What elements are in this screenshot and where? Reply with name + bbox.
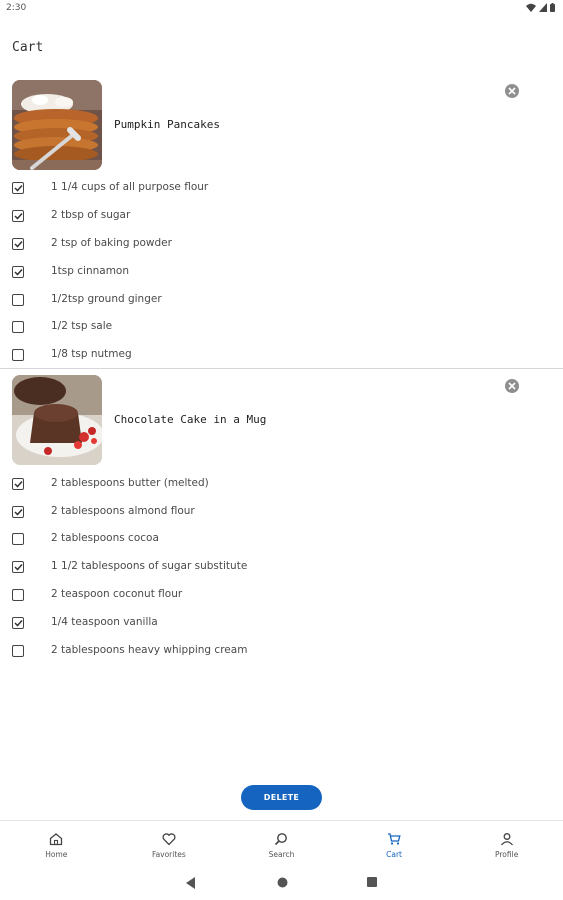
nav-label: Profile [495, 850, 519, 859]
ingredient-row[interactable]: 2 tablespoons butter (melted) [12, 474, 209, 494]
checkbox-unchecked[interactable] [12, 645, 24, 657]
recipe-title[interactable]: Pumpkin Pancakes [114, 118, 220, 131]
ingredient-text: 1 1/4 cups of all purpose flour [51, 181, 209, 193]
ingredient-text: 1/4 teaspoon vanilla [51, 616, 158, 628]
check-icon [13, 619, 23, 627]
ingredient-text: 2 tsp of baking powder [51, 237, 172, 249]
checkbox-checked[interactable] [12, 210, 24, 222]
nav-label: Favorites [151, 850, 186, 859]
delete-button[interactable]: DELETE [241, 785, 322, 810]
checkbox-unchecked[interactable] [12, 321, 24, 333]
ingredient-text: 2 tablespoons almond flour [51, 505, 195, 517]
status-icons [526, 3, 555, 12]
check-icon [13, 563, 23, 571]
checkbox-checked[interactable] [12, 506, 24, 518]
checkbox-checked[interactable] [12, 266, 24, 278]
check-icon [13, 212, 23, 220]
status-bar: 2:30 [0, 0, 563, 20]
ingredient-text: 2 tablespoons butter (melted) [51, 477, 209, 489]
check-icon [13, 240, 23, 248]
search-icon [273, 831, 289, 847]
recipe-title[interactable]: Chocolate Cake in a Mug [114, 413, 266, 426]
nav-item-favorites[interactable]: Favorites [113, 821, 226, 866]
ingredient-row[interactable]: 2 teaspoon coconut flour [12, 585, 182, 605]
check-icon [13, 184, 23, 192]
nav-label: Home [45, 850, 68, 859]
checkbox-unchecked[interactable] [12, 349, 24, 361]
ingredient-row[interactable]: 2 tablespoons almond flour [12, 502, 195, 522]
recipe-image[interactable] [12, 375, 102, 465]
check-icon [13, 268, 23, 276]
ingredient-row[interactable]: 2 tsp of baking powder [12, 234, 172, 254]
page-title: Cart [12, 40, 44, 55]
nav-item-home[interactable]: Home [0, 821, 113, 866]
close-icon [508, 382, 516, 390]
close-icon [508, 87, 516, 95]
check-icon [13, 508, 23, 516]
remove-recipe-button[interactable] [505, 379, 519, 393]
ingredient-text: 2 tablespoons cocoa [51, 532, 159, 544]
ingredient-text: 1tsp cinnamon [51, 265, 130, 277]
ingredient-text: 1/2tsp ground ginger [51, 293, 162, 305]
recents-icon[interactable] [367, 877, 377, 887]
ingredient-row[interactable]: 1/4 teaspoon vanilla [12, 613, 158, 633]
ingredient-text: 1/2 tsp sale [51, 320, 113, 332]
person-icon [499, 831, 515, 847]
ingredient-row[interactable]: 2 tbsp of sugar [12, 206, 130, 226]
check-icon [13, 480, 23, 488]
checkbox-checked[interactable] [12, 617, 24, 629]
ingredient-text: 2 tbsp of sugar [51, 209, 131, 221]
checkbox-checked[interactable] [12, 182, 24, 194]
nav-item-search[interactable]: Search [225, 821, 338, 866]
checkbox-checked[interactable] [12, 238, 24, 250]
divider [0, 368, 563, 369]
home-circle-icon[interactable] [277, 877, 288, 888]
heart-icon [161, 831, 177, 847]
bottom-nav: Home Favorites Search Cart Profile [0, 820, 563, 866]
status-time: 2:30 [6, 3, 27, 13]
nav-label: Cart [386, 850, 402, 859]
nav-item-profile[interactable]: Profile [450, 821, 563, 866]
ingredient-row[interactable]: 1tsp cinnamon [12, 262, 129, 282]
checkbox-checked[interactable] [12, 561, 24, 573]
nav-label: Search [268, 850, 295, 859]
battery-icon [550, 3, 555, 12]
ingredient-row[interactable]: 1/8 tsp nutmeg [12, 345, 132, 365]
home-icon [48, 831, 64, 847]
nav-item-cart[interactable]: Cart [338, 821, 451, 866]
system-nav-bar [0, 868, 563, 900]
signal-icon [539, 3, 547, 12]
back-icon[interactable] [186, 877, 196, 889]
checkbox-unchecked[interactable] [12, 533, 24, 545]
ingredient-text: 1/8 tsp nutmeg [51, 348, 132, 360]
ingredient-row[interactable]: 1 1/4 cups of all purpose flour [12, 178, 208, 198]
ingredient-text: 1 1/2 tablespoons of sugar substitute [51, 560, 248, 572]
remove-recipe-button[interactable] [505, 84, 519, 98]
ingredient-row[interactable]: 1/2tsp ground ginger [12, 290, 162, 310]
checkbox-unchecked[interactable] [12, 294, 24, 306]
ingredient-row[interactable]: 2 tablespoons cocoa [12, 529, 159, 549]
wifi-icon [526, 3, 536, 12]
cart-icon [386, 831, 402, 847]
ingredient-row[interactable]: 2 tablespoons heavy whipping cream [12, 641, 247, 661]
ingredient-row[interactable]: 1 1/2 tablespoons of sugar substitute [12, 557, 247, 577]
checkbox-checked[interactable] [12, 478, 24, 490]
checkbox-unchecked[interactable] [12, 589, 24, 601]
recipe-image[interactable] [12, 80, 102, 170]
ingredient-text: 2 tablespoons heavy whipping cream [51, 644, 248, 656]
ingredient-row[interactable]: 1/2 tsp sale [12, 317, 112, 337]
ingredient-text: 2 teaspoon coconut flour [51, 588, 183, 600]
